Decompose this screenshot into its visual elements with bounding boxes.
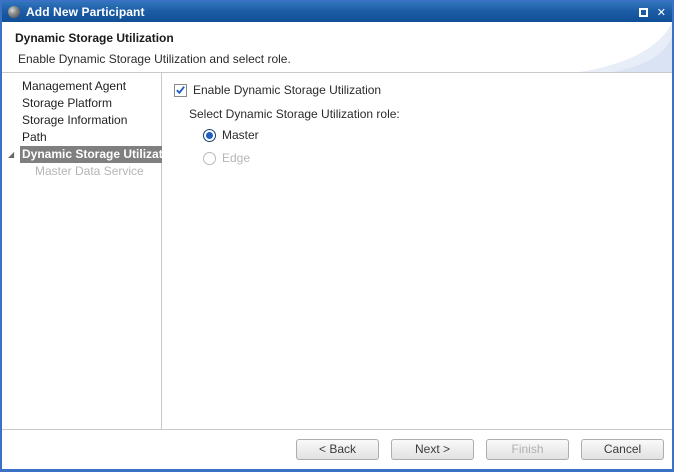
edge-radio-label: Edge: [222, 151, 250, 165]
master-radio[interactable]: [203, 129, 216, 142]
tree-expander-icon[interactable]: ◢: [8, 146, 14, 163]
sidebar-item-storage-platform[interactable]: Storage Platform: [2, 95, 161, 112]
enable-dsu-checkbox-label[interactable]: Enable Dynamic Storage Utilization: [193, 83, 381, 97]
titlebar: Add New Participant ✕: [2, 2, 672, 22]
sidebar-item-path[interactable]: Path: [2, 129, 161, 146]
sidebar-item-master-data-service: Master Data Service: [2, 163, 161, 180]
wizard-body: Management Agent Storage Platform Storag…: [2, 73, 672, 429]
finish-button: Finish: [486, 439, 569, 460]
page-title: Dynamic Storage Utilization: [15, 31, 672, 45]
close-icon[interactable]: ✕: [657, 7, 666, 18]
back-button[interactable]: < Back: [296, 439, 379, 460]
edge-radio: [203, 152, 216, 165]
maximize-icon[interactable]: [639, 8, 648, 17]
wizard-step-list: Management Agent Storage Platform Storag…: [2, 73, 162, 429]
enable-dsu-checkbox-row: Enable Dynamic Storage Utilization: [174, 83, 381, 97]
master-radio-label[interactable]: Master: [222, 128, 259, 142]
dialog-window: Add New Participant ✕ Dynamic Storage Ut…: [0, 0, 674, 472]
app-icon: [8, 6, 20, 18]
wizard-button-bar: < Back Next > Finish Cancel: [2, 429, 672, 467]
sidebar-item-storage-information[interactable]: Storage Information: [2, 112, 161, 129]
page-subtitle: Enable Dynamic Storage Utilization and s…: [18, 52, 672, 66]
wizard-page-content: Enable Dynamic Storage Utilization Selec…: [162, 73, 672, 429]
radio-row-edge: Edge: [203, 151, 250, 165]
enable-dsu-checkbox[interactable]: [174, 84, 187, 97]
cancel-button[interactable]: Cancel: [581, 439, 664, 460]
radio-dot-icon: [206, 132, 213, 139]
check-icon: [175, 84, 186, 96]
wizard-header: Dynamic Storage Utilization Enable Dynam…: [2, 22, 672, 73]
window-controls: ✕: [639, 7, 666, 18]
sidebar-item-management-agent[interactable]: Management Agent: [2, 78, 161, 95]
window-title: Add New Participant: [26, 5, 145, 19]
sidebar-item-label: Dynamic Storage Utilization: [20, 146, 183, 163]
next-button[interactable]: Next >: [391, 439, 474, 460]
role-prompt-label: Select Dynamic Storage Utilization role:: [189, 107, 400, 121]
radio-row-master: Master: [203, 128, 259, 142]
sidebar-item-dynamic-storage-utilization[interactable]: ◢ Dynamic Storage Utilization: [2, 146, 161, 163]
